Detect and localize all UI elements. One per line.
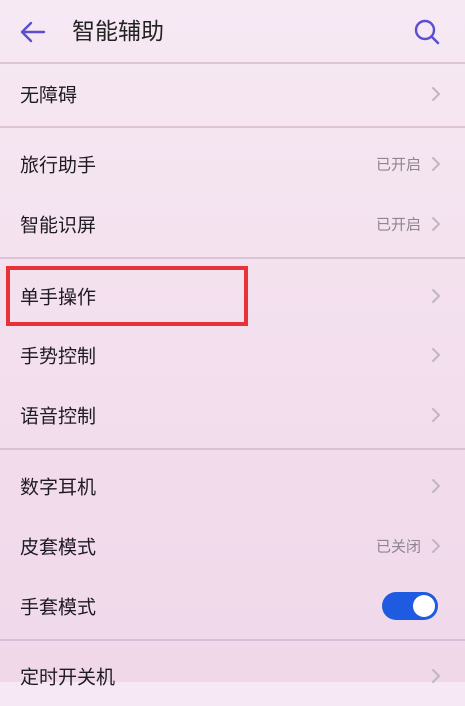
list-item-label: 语音控制 bbox=[20, 405, 97, 428]
chevron-right-icon bbox=[432, 289, 440, 303]
list-item-voice-control[interactable]: 语音控制 bbox=[0, 385, 465, 445]
status-text: 已开启 bbox=[375, 215, 421, 234]
chevron-right-icon bbox=[432, 479, 440, 493]
list-item-glove-mode: 手套模式 bbox=[0, 576, 465, 636]
list-item-cover-mode[interactable]: 皮套模式 已关闭 bbox=[0, 516, 465, 576]
status-text: 已关闭 bbox=[375, 537, 421, 556]
chevron-right-icon bbox=[432, 539, 440, 553]
status-text: 已开启 bbox=[375, 155, 421, 174]
list-item-smart-screen-recognition[interactable]: 智能识屏 已开启 bbox=[0, 194, 465, 254]
glove-mode-toggle[interactable] bbox=[382, 592, 438, 620]
chevron-right-icon bbox=[432, 408, 440, 422]
list-item-label: 无障碍 bbox=[20, 84, 78, 107]
list-item-gesture-control[interactable]: 手势控制 bbox=[0, 325, 465, 385]
chevron-right-icon bbox=[432, 217, 440, 231]
list-item-label: 定时开关机 bbox=[20, 666, 116, 689]
divider bbox=[0, 126, 465, 128]
back-arrow-icon bbox=[20, 21, 46, 43]
search-icon bbox=[414, 19, 440, 45]
toggle-knob bbox=[413, 595, 435, 617]
list-item-label: 单手操作 bbox=[20, 286, 97, 309]
list-item-label: 皮套模式 bbox=[20, 536, 97, 559]
list-item-label: 手势控制 bbox=[20, 345, 97, 368]
list-item-one-handed-mode[interactable]: 单手操作 bbox=[0, 266, 465, 326]
list-item-travel-assistant[interactable]: 旅行助手 已开启 bbox=[0, 134, 465, 194]
page-title: 智能辅助 bbox=[72, 19, 164, 45]
chevron-right-icon bbox=[432, 87, 440, 101]
divider bbox=[0, 639, 465, 641]
list-item-label: 手套模式 bbox=[20, 596, 97, 619]
divider bbox=[0, 257, 465, 259]
search-button[interactable] bbox=[412, 17, 442, 47]
list-item-label: 智能识屏 bbox=[20, 214, 97, 237]
chevron-right-icon bbox=[432, 157, 440, 171]
list-item-digital-headset[interactable]: 数字耳机 bbox=[0, 456, 465, 516]
back-button[interactable] bbox=[18, 18, 48, 46]
list-item-accessibility[interactable]: 无障碍 bbox=[0, 64, 465, 124]
divider bbox=[0, 448, 465, 450]
chevron-right-icon bbox=[432, 348, 440, 362]
list-item-scheduled-power[interactable]: 定时开关机 bbox=[0, 646, 465, 706]
list-item-label: 旅行助手 bbox=[20, 154, 97, 177]
header-bar: 智能辅助 bbox=[0, 0, 465, 62]
list-item-label: 数字耳机 bbox=[20, 476, 97, 499]
